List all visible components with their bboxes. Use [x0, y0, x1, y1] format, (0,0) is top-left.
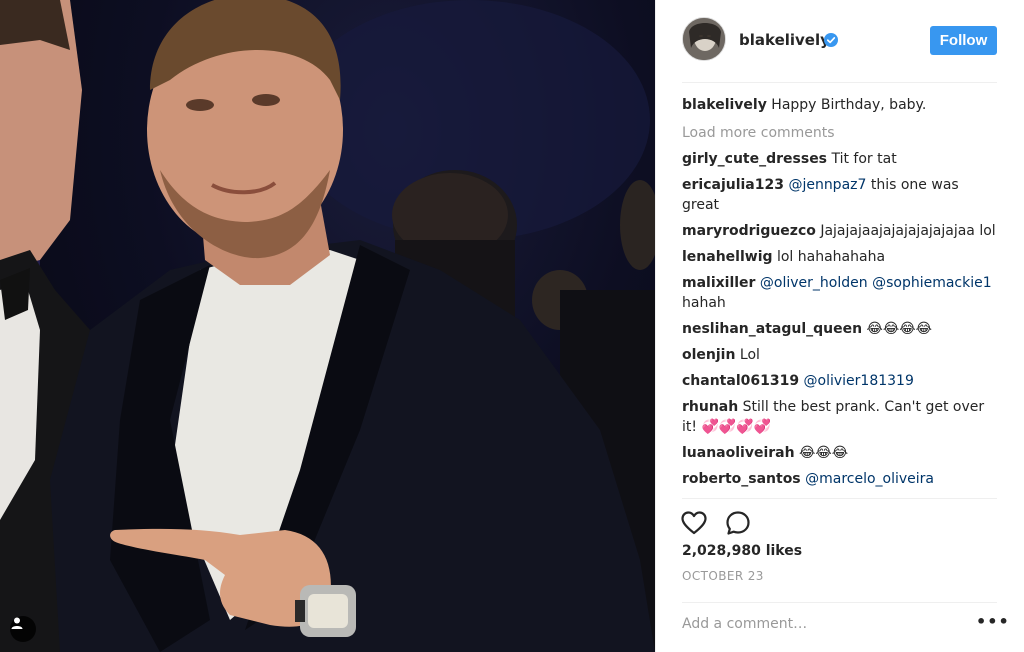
user-tag-icon[interactable] — [10, 616, 36, 642]
divider — [682, 82, 997, 83]
avatar[interactable] — [682, 17, 726, 61]
divider — [682, 498, 997, 499]
avatar-image — [683, 18, 725, 60]
comment-row: roberto_santos @marcelo_oliveira — [682, 469, 1000, 489]
comment-username[interactable]: roberto_santos — [682, 471, 801, 487]
comment-row: lenahellwig lol hahahahaha — [682, 247, 1000, 267]
comment-username[interactable]: maryrodriguezco — [682, 223, 816, 239]
comment-mention-link[interactable]: @oliver_holden — [760, 275, 868, 291]
comment-row: malixiller @oliver_holden @sophiemackie1… — [682, 273, 1000, 313]
comment-row: girly_cute_dresses Tit for tat — [682, 149, 1000, 169]
comment-text: Jajajajaajajajajajajajaa lol — [815, 223, 996, 239]
follow-button[interactable]: Follow — [930, 26, 997, 55]
caption-text: Happy Birthday, baby. — [771, 97, 927, 113]
comment-mention-link[interactable]: @olivier181319 — [804, 373, 914, 389]
post-header: blakelively Follow — [656, 0, 1024, 82]
comment-mention-link[interactable]: @jennpaz7 — [788, 177, 866, 193]
comment-mention-link[interactable]: @sophiemackie1 — [872, 275, 992, 291]
comment-text: 😂😂😂 — [794, 445, 849, 461]
add-comment-input[interactable] — [682, 612, 962, 636]
comment-username[interactable]: olenjin — [682, 347, 735, 363]
more-options-icon[interactable]: ••• — [976, 614, 1009, 634]
post-caption: blakelively Happy Birthday, baby. — [682, 95, 1000, 115]
heart-icon[interactable] — [680, 509, 708, 537]
verified-badge-icon — [824, 33, 838, 47]
comment-text: Lol — [735, 347, 760, 363]
load-more-comments-link[interactable]: Load more comments — [682, 123, 1000, 143]
comment-username[interactable]: malixiller — [682, 275, 755, 291]
post-date[interactable]: OCTOBER 23 — [682, 569, 764, 583]
comments-list[interactable]: blakelively Happy Birthday, baby. Load m… — [682, 93, 1000, 497]
post-author-username[interactable]: blakelively — [739, 31, 830, 49]
comment-text: Tit for tat — [827, 151, 897, 167]
comment-text: 😂😂😂😂 — [862, 321, 932, 337]
post-sidebar: blakelively Follow blakelively Happy Bir… — [655, 0, 1024, 652]
post-photo[interactable] — [0, 0, 655, 652]
comment-text: hahah — [682, 295, 726, 311]
comment-username[interactable]: rhunah — [682, 399, 738, 415]
comment-text: lol hahahahaha — [772, 249, 886, 265]
comment-username[interactable]: luanaoliveirah — [682, 445, 795, 461]
comment-row: olenjin Lol — [682, 345, 1000, 365]
comment-username[interactable]: lenahellwig — [682, 249, 773, 265]
comment-row: rhunah Still the best prank. Can't get o… — [682, 397, 1000, 437]
comment-username[interactable]: chantal061319 — [682, 373, 799, 389]
comment-row: ericajulia123 @jennpaz7 this one was gre… — [682, 175, 1000, 215]
divider — [682, 602, 997, 603]
comment-row: neslihan_atagul_queen 😂😂😂😂 — [682, 319, 1000, 339]
comment-row: chantal061319 @olivier181319 — [682, 371, 1000, 391]
comment-username[interactable]: girly_cute_dresses — [682, 151, 827, 167]
comment-bubble-icon[interactable] — [724, 509, 752, 537]
person-icon — [11, 617, 23, 629]
comment-username[interactable]: neslihan_atagul_queen — [682, 321, 862, 337]
comment-row: luanaoliveirah 😂😂😂 — [682, 443, 1000, 463]
caption-username[interactable]: blakelively — [682, 97, 767, 113]
likes-count[interactable]: 2,028,980 likes — [682, 543, 802, 559]
comment-mention-link[interactable]: @marcelo_oliveira — [805, 471, 934, 487]
comment-username[interactable]: ericajulia123 — [682, 177, 784, 193]
photo-illustration — [0, 0, 655, 652]
comment-row: maryrodriguezco Jajajajaajajajajajajajaa… — [682, 221, 1000, 241]
post-actions — [680, 508, 780, 538]
